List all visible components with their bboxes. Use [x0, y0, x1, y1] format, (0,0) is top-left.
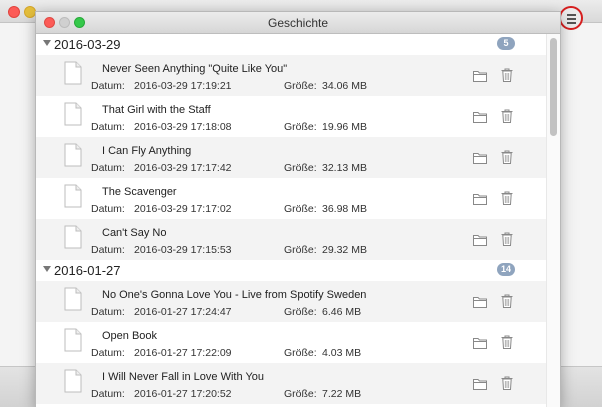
date-value: 2016-01-27 17:24:47 — [134, 306, 232, 318]
show-in-folder-icon[interactable] — [473, 193, 487, 205]
disclosure-triangle-icon[interactable] — [43, 40, 51, 46]
history-row[interactable]: Can't Say No Datum: 2016-03-29 17:15:53 Grö… — [36, 219, 546, 260]
document-icon — [64, 287, 82, 311]
size-value: 7.22 MB — [322, 388, 362, 400]
date-value: 2016-03-29 17:17:42 — [134, 162, 232, 174]
show-in-folder-icon[interactable] — [473, 296, 487, 308]
delete-trash-icon[interactable] — [501, 68, 513, 82]
size-value: 34.06 MB — [322, 80, 367, 92]
delete-trash-icon[interactable] — [501, 294, 513, 308]
hamburger-icon — [567, 14, 576, 16]
document-icon — [64, 61, 82, 85]
hamburger-icon-bar — [567, 18, 576, 20]
song-title: Never Seen Anything "Quite Like You" — [102, 63, 288, 75]
history-row[interactable]: Never Seen Anything "Quite Like You" Datu… — [36, 55, 546, 96]
date-value: 2016-01-27 17:20:52 — [134, 388, 232, 400]
group-header[interactable]: 2016-03-29 5 — [36, 34, 546, 55]
group-date: 2016-03-29 — [54, 37, 121, 52]
document-icon — [64, 102, 82, 126]
song-title: That Girl with the Staff — [102, 104, 211, 116]
date-value: 2016-03-29 17:17:02 — [134, 203, 232, 215]
song-title: No One's Gonna Love You - Live from Spot… — [102, 289, 367, 301]
count-badge: 5 — [497, 37, 515, 50]
document-icon — [64, 143, 82, 167]
song-title: Can't Say No — [102, 227, 167, 239]
date-value: 2016-01-27 17:22:09 — [134, 347, 232, 359]
group-header[interactable]: 2016-01-27 14 — [36, 260, 546, 281]
group-date: 2016-01-27 — [54, 263, 121, 278]
song-title: I Will Never Fall in Love With You — [102, 371, 265, 383]
history-row[interactable]: No One's Gonna Love You - Live from Spot… — [36, 281, 546, 322]
song-title: The Scavenger — [102, 186, 177, 198]
show-in-folder-icon[interactable] — [473, 337, 487, 349]
hamburger-icon-bar — [567, 22, 576, 24]
scroll-thumb[interactable] — [550, 38, 557, 136]
date-value: 2016-03-29 17:19:21 — [134, 80, 232, 92]
date-value: 2016-03-29 17:15:53 — [134, 244, 232, 256]
history-list: 2016-03-29 5 Never Seen Anything "Quite Li… — [36, 34, 546, 407]
size-value: 29.32 MB — [322, 244, 367, 256]
document-icon — [64, 328, 82, 352]
size-label: Größe: — [284, 388, 317, 400]
date-label: Datum: — [91, 388, 125, 400]
delete-trash-icon[interactable] — [501, 232, 513, 246]
hamburger-menu-button[interactable] — [559, 6, 583, 30]
size-label: Größe: — [284, 306, 317, 318]
size-value: 32.13 MB — [322, 162, 367, 174]
date-label: Datum: — [91, 203, 125, 215]
history-row[interactable]: I Will Never Fall in Love With You Datum:… — [36, 363, 546, 404]
count-badge: 14 — [497, 263, 515, 276]
size-label: Größe: — [284, 347, 317, 359]
song-title: I Can Fly Anything — [102, 145, 192, 157]
date-label: Datum: — [91, 347, 125, 359]
date-label: Datum: — [91, 306, 125, 318]
background-close-button[interactable] — [8, 6, 20, 18]
date-label: Datum: — [91, 244, 125, 256]
delete-trash-icon[interactable] — [501, 376, 513, 390]
history-titlebar: Geschichte — [36, 12, 560, 34]
delete-trash-icon[interactable] — [501, 109, 513, 123]
song-title: Open Book — [102, 330, 158, 342]
document-icon — [64, 225, 82, 249]
size-label: Größe: — [284, 162, 317, 174]
size-value: 6.46 MB — [322, 306, 362, 318]
size-label: Größe: — [284, 244, 317, 256]
delete-trash-icon[interactable] — [501, 150, 513, 164]
date-label: Datum: — [91, 121, 125, 133]
delete-trash-icon[interactable] — [501, 335, 513, 349]
show-in-folder-icon[interactable] — [473, 152, 487, 164]
history-row[interactable]: Open Book Datum: 2016-01-27 17:22:09 Größe:… — [36, 322, 546, 363]
date-label: Datum: — [91, 80, 125, 92]
show-in-folder-icon[interactable] — [473, 234, 487, 246]
date-value: 2016-03-29 17:18:08 — [134, 121, 232, 133]
delete-trash-icon[interactable] — [501, 191, 513, 205]
window-title: Geschichte — [267, 16, 329, 30]
size-value: 36.98 MB — [322, 203, 367, 215]
vertical-scrollbar[interactable] — [546, 34, 560, 407]
show-in-folder-icon[interactable] — [473, 378, 487, 390]
history-window: Geschichte 2016-03-29 5 Never Seen Anythin… — [36, 12, 560, 407]
date-label: Datum: — [91, 162, 125, 174]
background-minimize-button[interactable] — [24, 6, 36, 18]
show-in-folder-icon[interactable] — [473, 70, 487, 82]
size-label: Größe: — [284, 203, 317, 215]
show-in-folder-icon[interactable] — [473, 111, 487, 123]
document-icon — [64, 184, 82, 208]
history-row[interactable]: That Girl with the Staff Datum: 2016-03-29… — [36, 96, 546, 137]
history-row[interactable]: The Scavenger Datum: 2016-03-29 17:17:02 Gr… — [36, 178, 546, 219]
size-value: 4.03 MB — [322, 347, 362, 359]
size-value: 19.96 MB — [322, 121, 367, 133]
disclosure-triangle-icon[interactable] — [43, 266, 51, 272]
history-row[interactable]: I Can Fly Anything Datum: 2016-03-29 17:17… — [36, 137, 546, 178]
document-icon — [64, 369, 82, 393]
size-label: Größe: — [284, 80, 317, 92]
size-label: Größe: — [284, 121, 317, 133]
